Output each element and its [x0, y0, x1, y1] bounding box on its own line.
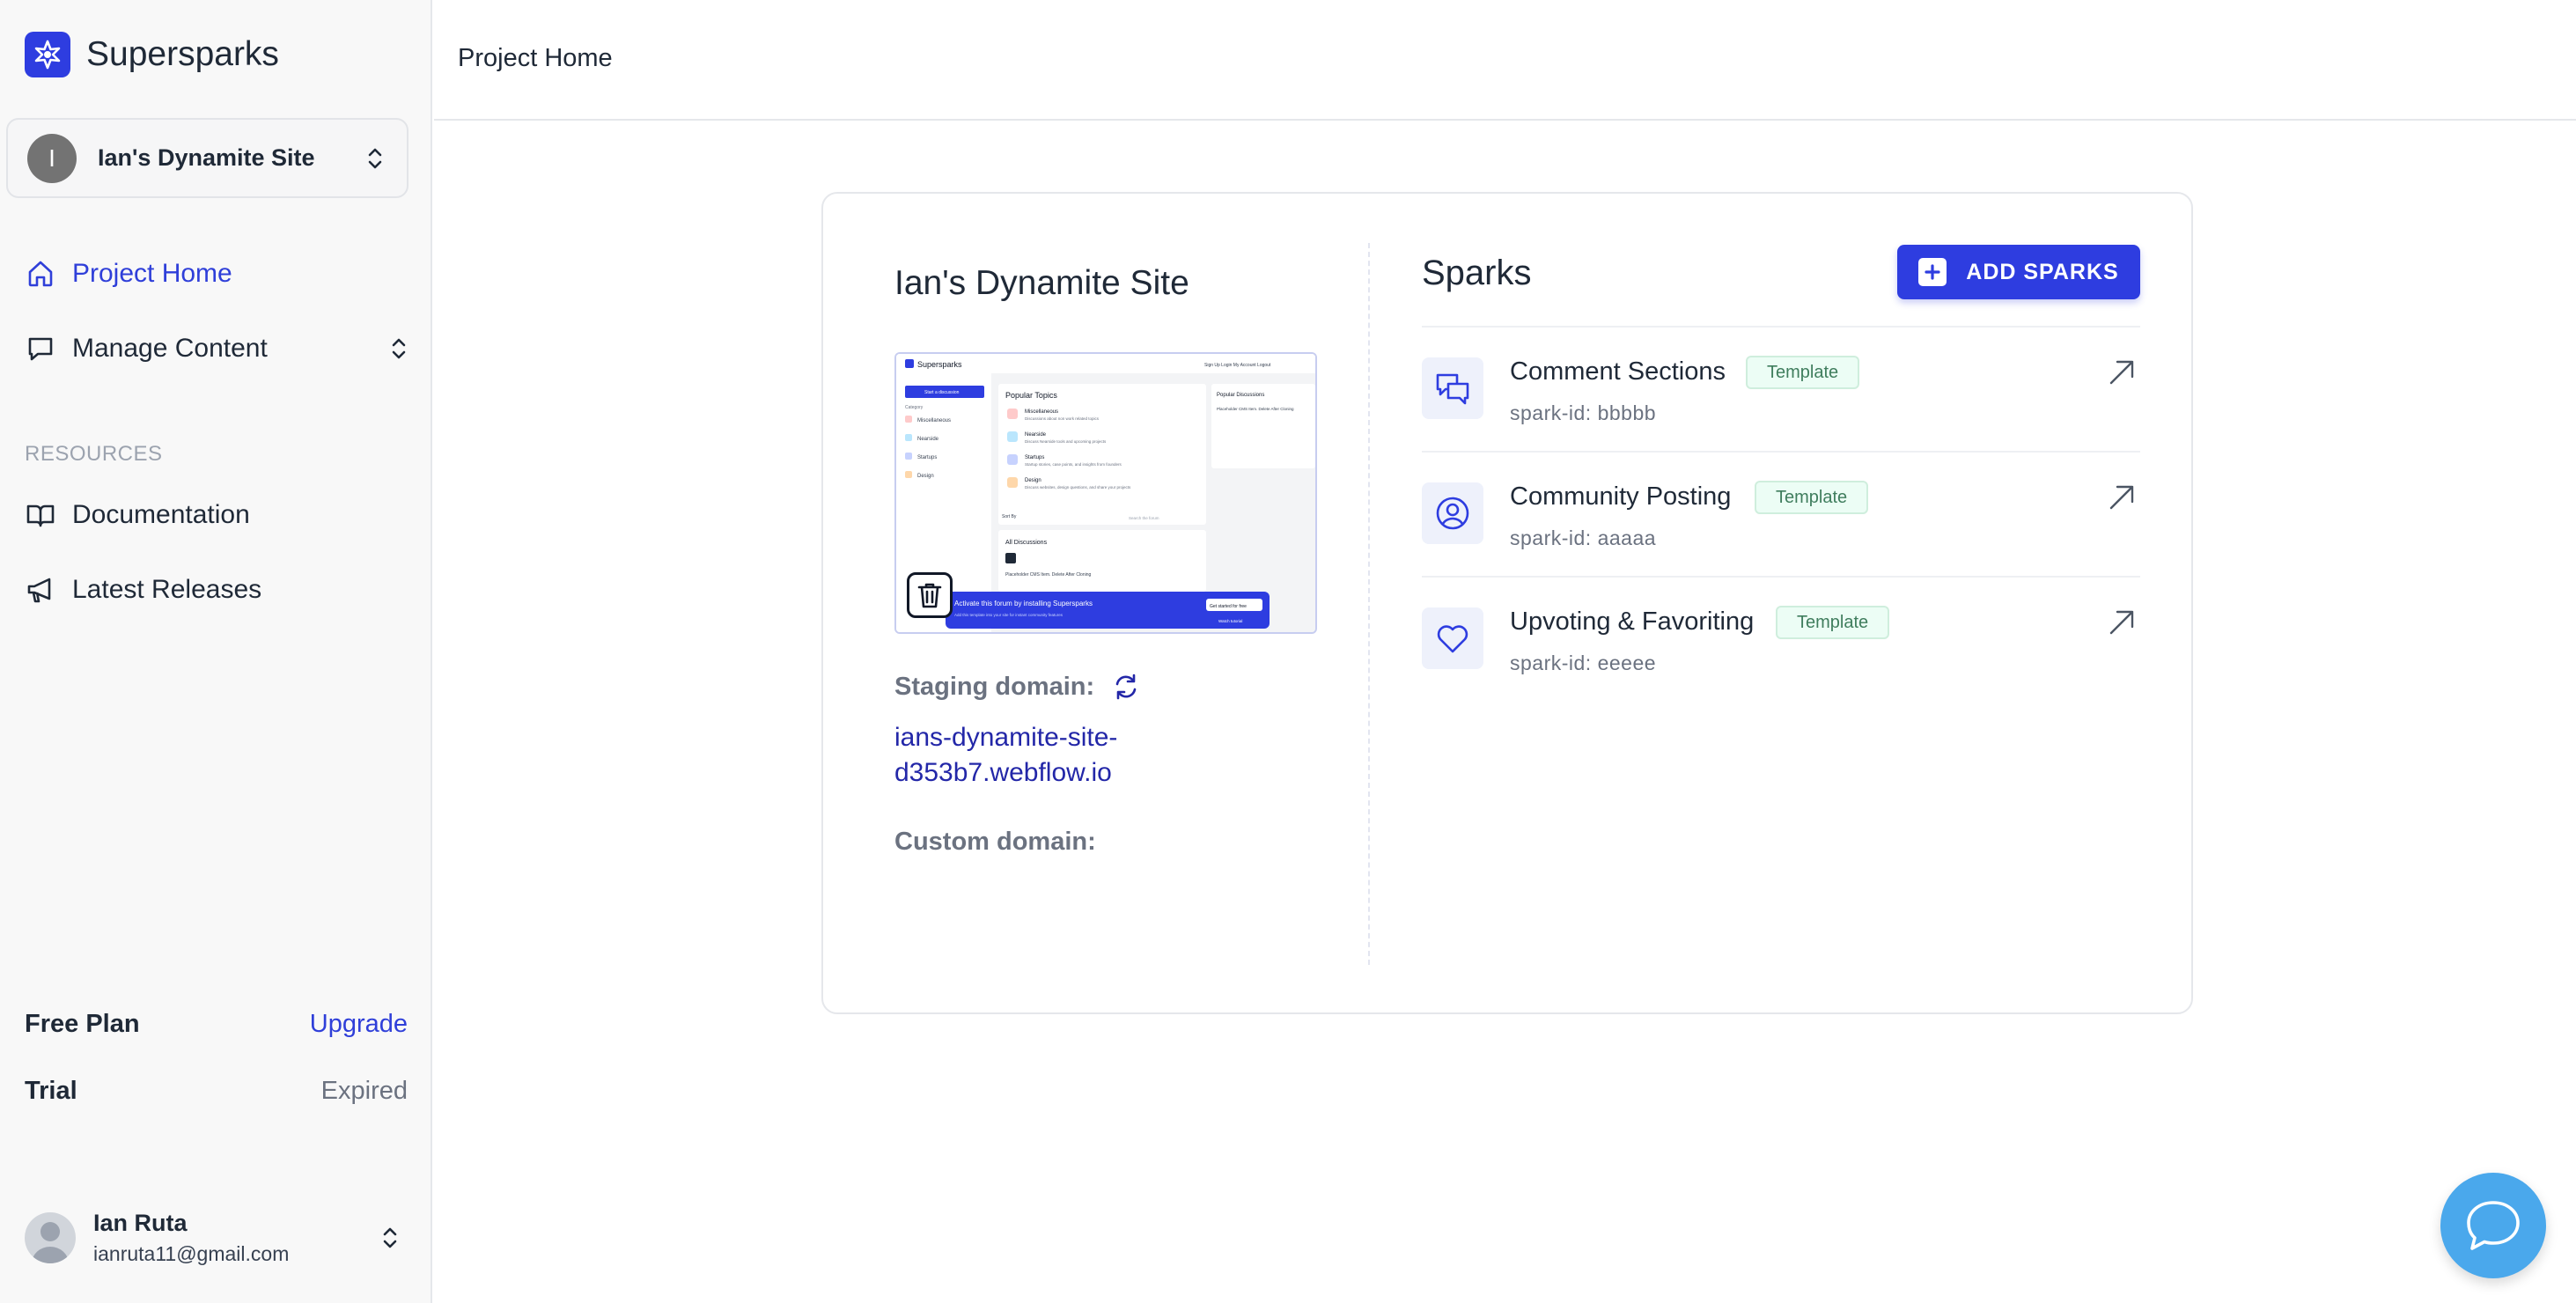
resources-section-label: RESOURCES	[25, 442, 163, 466]
trial-status: Expired	[320, 1077, 408, 1105]
brand[interactable]: Supersparks	[25, 32, 279, 77]
arrow-up-right-icon[interactable]	[2107, 357, 2137, 387]
plus-square-icon	[1918, 258, 1947, 286]
sparks-title: Sparks	[1422, 254, 1532, 292]
site-avatar: I	[27, 133, 77, 183]
preview-topic-name: Miscellaneous	[1025, 409, 1058, 415]
spark-name: Upvoting & Favoriting	[1510, 607, 1755, 636]
preview-topic-desc: Discuss websites, design questions, and …	[1025, 485, 1131, 490]
user-name: Ian Ruta	[93, 1210, 188, 1236]
chevron-up-down-icon	[383, 1227, 397, 1248]
preview-topic-name: Startups	[1025, 455, 1044, 460]
spark-row-comment-sections[interactable]: Comment Sections Template spark-id: bbbb…	[1422, 326, 2140, 451]
staging-domain-label: Staging domain:	[894, 673, 1095, 701]
sidebar: Supersparks I Ian's Dynamite Site Projec…	[0, 0, 432, 1303]
chevron-up-down-icon	[392, 338, 406, 359]
preview-popular-item: Placeholder CMS Item. Delete After Cloni…	[1217, 407, 1294, 411]
message-square-icon	[25, 333, 56, 364]
free-plan-label: Free Plan	[25, 1010, 140, 1038]
preview-popular-topics: Popular Topics	[1005, 391, 1057, 400]
preview-sidebar-item: Design	[917, 474, 934, 479]
add-sparks-label: ADD SPARKS	[1966, 259, 2119, 284]
preview-sidebar-heading: Category	[905, 405, 924, 410]
delete-preview-button[interactable]	[907, 572, 953, 618]
brand-name: Supersparks	[86, 35, 279, 73]
template-badge: Template	[1746, 356, 1860, 389]
template-badge: Template	[1755, 481, 1869, 514]
nav-project-home-label: Project Home	[72, 259, 232, 288]
preview-topic-name: Design	[1025, 478, 1041, 483]
home-icon	[25, 258, 56, 290]
preview-popular-discussions: Popular Discussions	[1217, 393, 1264, 398]
preview-banner-title: Activate this forum by installing Supers…	[954, 600, 1093, 607]
refresh-icon[interactable]	[1112, 673, 1140, 701]
chat-bubble-icon	[2467, 1201, 2520, 1250]
site-preview-thumbnail[interactable]: Supersparks Sign Up Login My Account Log…	[894, 352, 1317, 634]
nav-latest-releases-label: Latest Releases	[72, 575, 262, 604]
upgrade-link[interactable]: Upgrade	[310, 1010, 408, 1039]
user-circle-icon	[1422, 482, 1483, 544]
project-title: Ian's Dynamite Site	[894, 264, 1189, 302]
megaphone-icon	[25, 574, 56, 606]
add-sparks-button[interactable]: ADD SPARKS	[1897, 245, 2140, 299]
nav-documentation[interactable]: Documentation	[25, 499, 250, 531]
template-badge: Template	[1776, 606, 1890, 639]
top-bar: Project Home	[434, 0, 2576, 121]
preview-sort-label: Sort By	[1002, 514, 1017, 519]
preview-topic-desc: Startup stories, case points, and insigh…	[1025, 462, 1122, 467]
arrow-up-right-icon[interactable]	[2107, 607, 2137, 637]
chat-widget-button[interactable]	[2440, 1173, 2546, 1278]
site-name: Ian's Dynamite Site	[98, 144, 315, 171]
divider	[1368, 243, 1370, 965]
custom-domain-label: Custom domain:	[894, 828, 1096, 856]
plan-row: Free Plan Upgrade	[25, 1010, 408, 1039]
preview-banner-cta: Get started for free	[1210, 604, 1247, 609]
nav-manage-content-label: Manage Content	[72, 334, 268, 363]
preview-sidebar-item: Nearside	[917, 437, 939, 442]
preview-topic-name: Nearside	[1025, 432, 1047, 438]
preview-top-links: Sign Up Login My Account Logout	[1204, 363, 1271, 368]
spark-id: spark-id: eeeee	[1510, 652, 1657, 674]
nav-documentation-label: Documentation	[72, 500, 250, 529]
site-switcher[interactable]: I Ian's Dynamite Site	[6, 118, 408, 198]
chevron-up-down-icon	[368, 148, 382, 168]
spark-name: Comment Sections	[1510, 357, 1726, 386]
site-preview-image: Supersparks Sign Up Login My Account Log…	[896, 354, 1315, 632]
trial-label: Trial	[25, 1077, 77, 1105]
comments-icon	[1422, 357, 1483, 419]
preview-topic-desc: Discuss Nearside tools and upcoming proj…	[1025, 439, 1107, 444]
preview-banner-sub: Add this template into your site for ins…	[954, 613, 1064, 617]
page-title: Project Home	[458, 44, 613, 72]
nav-latest-releases[interactable]: Latest Releases	[25, 574, 261, 606]
trial-row: Trial Expired	[25, 1077, 408, 1106]
preview-all-discussions: All Discussions	[1005, 540, 1048, 546]
preview-topic-desc: Discussions about non work related topic…	[1025, 416, 1100, 421]
preview-banner-link: Watch tutorial	[1218, 619, 1242, 623]
spark-row-community-posting[interactable]: Community Posting Template spark-id: aaa…	[1422, 451, 2140, 576]
spark-id: spark-id: aaaaa	[1510, 526, 1657, 549]
preview-new-discussion: Start a discussion	[924, 390, 960, 395]
supersparks-logo-icon	[25, 32, 70, 77]
preview-sidebar-item: Miscellaneous	[917, 418, 951, 423]
preview-brand: Supersparks	[917, 360, 962, 369]
preview-discussion-item: Placeholder CMS Item. Delete After Cloni…	[1005, 572, 1091, 578]
spark-row-upvoting-favoriting[interactable]: Upvoting & Favoriting Template spark-id:…	[1422, 576, 2140, 701]
staging-domain-link[interactable]: ians-dynamite-site-d353b7.webflow.io	[894, 720, 1229, 791]
user-menu[interactable]: Ian Ruta ianruta11@gmail.com	[25, 1203, 408, 1273]
user-email: ianruta11@gmail.com	[93, 1242, 290, 1265]
project-card: Ian's Dynamite Site Supersparks Sign Up …	[821, 192, 2193, 1014]
trash-icon	[917, 583, 942, 608]
spark-name: Community Posting	[1510, 482, 1732, 511]
arrow-up-right-icon[interactable]	[2107, 482, 2137, 512]
preview-sidebar-item: Startups	[917, 455, 937, 460]
nav-manage-content[interactable]: Manage Content	[25, 333, 408, 364]
heart-icon	[1422, 607, 1483, 669]
avatar	[25, 1212, 76, 1263]
spark-id: spark-id: bbbbb	[1510, 401, 1657, 424]
book-open-icon	[25, 499, 56, 531]
nav-project-home[interactable]: Project Home	[25, 258, 232, 290]
preview-search: Search the forum	[1129, 516, 1159, 520]
